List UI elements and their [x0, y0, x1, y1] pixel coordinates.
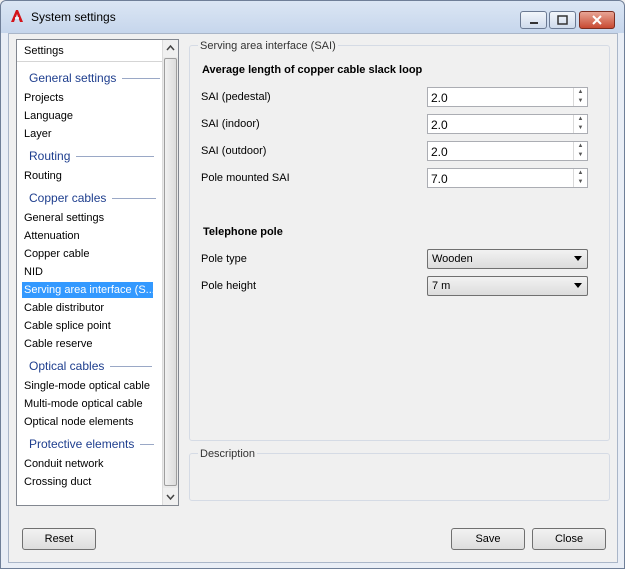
- dropdown-arrow-icon: [574, 256, 582, 261]
- tree-group-general: General settings: [29, 70, 161, 86]
- spin-up-icon[interactable]: ▲: [574, 115, 587, 124]
- panel-title: Serving area interface (SAI): [198, 40, 338, 52]
- system-settings-window: System settings Settings General setting…: [0, 0, 625, 569]
- pole-type-label: Pole type: [201, 253, 247, 265]
- field-label: Pole mounted SAI: [201, 172, 290, 184]
- scroll-down-button[interactable]: [163, 488, 178, 505]
- field-label: SAI (outdoor): [201, 145, 267, 157]
- minimize-button[interactable]: [520, 11, 547, 29]
- tree-group-optical: Optical cables: [29, 358, 153, 374]
- app-logo-icon: [11, 10, 23, 22]
- maximize-button[interactable]: [549, 11, 576, 29]
- field-value: 2.0: [431, 118, 448, 132]
- tree-item-copper-cable[interactable]: Copper cable: [22, 246, 89, 262]
- dialog-body: Settings General settings Projects Langu…: [8, 33, 618, 563]
- field-value: 2.0: [431, 145, 448, 159]
- tree-item-routing[interactable]: Routing: [22, 168, 62, 184]
- tree-item-projects[interactable]: Projects: [22, 90, 64, 106]
- title-bar: System settings: [1, 1, 624, 33]
- scroll-thumb[interactable]: [164, 58, 177, 486]
- spin-up-icon[interactable]: ▲: [574, 88, 587, 97]
- spin-down-icon[interactable]: ▼: [574, 178, 587, 187]
- tree-item-crossing-duct[interactable]: Crossing duct: [22, 474, 91, 490]
- tree-item-layer[interactable]: Layer: [22, 126, 52, 142]
- field-label: SAI (pedestal): [201, 91, 271, 103]
- tree-item-multi-mode[interactable]: Multi-mode optical cable: [22, 396, 143, 412]
- spin-buttons[interactable]: ▲ ▼: [573, 88, 587, 106]
- sai-pedestal-input[interactable]: 2.0 ▲ ▼: [427, 87, 588, 107]
- field-label: SAI (indoor): [201, 118, 260, 130]
- tree-item-cable-reserve[interactable]: Cable reserve: [22, 336, 92, 352]
- tree-group-label: Copper cables: [29, 191, 107, 205]
- tree-group-copper: Copper cables: [29, 190, 157, 206]
- tree-item-language[interactable]: Language: [22, 108, 73, 124]
- tree-item-copper-general[interactable]: General settings: [22, 210, 104, 226]
- reset-button[interactable]: Reset: [22, 528, 96, 550]
- spin-down-icon[interactable]: ▼: [574, 124, 587, 133]
- chevron-down-icon: [166, 494, 175, 501]
- spin-buttons[interactable]: ▲ ▼: [573, 142, 587, 160]
- window-title: System settings: [31, 10, 116, 24]
- tree-item-optical-node[interactable]: Optical node elements: [22, 414, 133, 430]
- pole-mounted-sai-input[interactable]: 7.0 ▲ ▼: [427, 168, 588, 188]
- field-value: 7.0: [431, 172, 448, 186]
- scroll-up-button[interactable]: [163, 40, 178, 57]
- description-panel: Description: [189, 448, 610, 501]
- pole-type-value: Wooden: [432, 253, 473, 265]
- description-title: Description: [198, 448, 258, 460]
- spin-down-icon[interactable]: ▼: [574, 97, 587, 106]
- tree-item-attenuation[interactable]: Attenuation: [22, 228, 80, 244]
- field-value: 2.0: [431, 91, 448, 105]
- tree-item-nid[interactable]: NID: [22, 264, 43, 280]
- maximize-icon: [557, 15, 568, 25]
- tree-group-routing: Routing: [29, 148, 155, 164]
- slack-loop-heading: Average length of copper cable slack loo…: [202, 64, 423, 76]
- pole-height-value: 7 m: [432, 280, 451, 292]
- telephone-pole-heading: Telephone pole: [203, 226, 283, 238]
- close-button[interactable]: Close: [532, 528, 606, 550]
- sai-panel: Serving area interface (SAI) Average len…: [189, 40, 610, 441]
- pole-height-select[interactable]: 7 m: [427, 276, 588, 296]
- dropdown-arrow-icon: [574, 283, 582, 288]
- pole-type-select[interactable]: Wooden: [427, 249, 588, 269]
- tree-item-cable-splice-point[interactable]: Cable splice point: [22, 318, 111, 334]
- spin-buttons[interactable]: ▲ ▼: [573, 169, 587, 187]
- sai-indoor-input[interactable]: 2.0 ▲ ▼: [427, 114, 588, 134]
- settings-tree: Settings General settings Projects Langu…: [16, 39, 179, 506]
- tree-item-sai[interactable]: Serving area interface (S...: [22, 282, 155, 298]
- tree-group-label: Routing: [29, 149, 71, 163]
- spin-buttons[interactable]: ▲ ▼: [573, 115, 587, 133]
- tree-group-label: Protective elements: [29, 437, 135, 451]
- tree-item-single-mode[interactable]: Single-mode optical cable: [22, 378, 150, 394]
- tree-group-protective: Protective elements: [29, 436, 155, 452]
- tree-item-conduit-network[interactable]: Conduit network: [22, 456, 104, 472]
- close-icon: [592, 15, 602, 25]
- tree-group-label: General settings: [29, 71, 117, 85]
- tree-item-cable-distributor[interactable]: Cable distributor: [22, 300, 104, 316]
- tree-header: Settings: [17, 40, 167, 62]
- spin-up-icon[interactable]: ▲: [574, 142, 587, 151]
- sai-outdoor-input[interactable]: 2.0 ▲ ▼: [427, 141, 588, 161]
- spin-up-icon[interactable]: ▲: [574, 169, 587, 178]
- save-button[interactable]: Save: [451, 528, 525, 550]
- tree-group-label: Optical cables: [29, 359, 105, 373]
- pole-height-label: Pole height: [201, 280, 257, 292]
- spin-down-icon[interactable]: ▼: [574, 151, 587, 160]
- chevron-up-icon: [166, 44, 175, 51]
- close-window-button[interactable]: [579, 11, 615, 29]
- minimize-icon: [530, 22, 538, 24]
- tree-scrollbar[interactable]: [162, 40, 178, 505]
